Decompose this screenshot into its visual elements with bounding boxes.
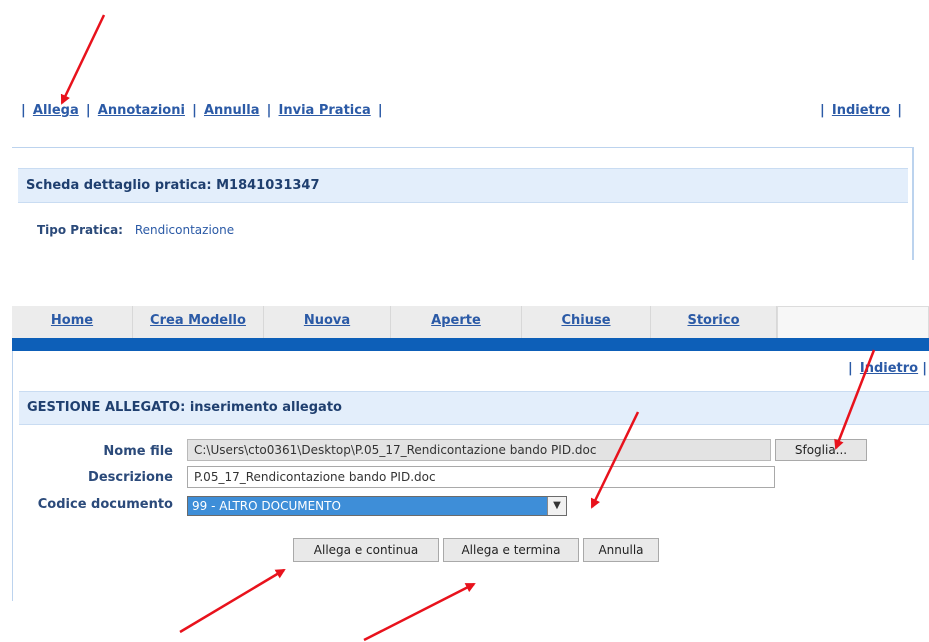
tab-home[interactable]: Home <box>12 306 133 338</box>
tab-crea-modello[interactable]: Crea Modello <box>133 306 264 338</box>
tipo-pratica-row: Tipo Pratica: Rendicontazione <box>37 223 234 237</box>
tab-spacer <box>777 306 929 339</box>
tab-label: Storico <box>687 313 740 328</box>
separator: | <box>922 361 927 376</box>
separator: | <box>21 103 26 118</box>
top-action-bar: | Allega | Annotazioni | Annulla | Invia… <box>18 103 386 118</box>
separator: | <box>819 103 825 118</box>
sfoglia-button[interactable]: Sfoglia... <box>775 439 867 461</box>
tab-nuova[interactable]: Nuova <box>264 306 391 338</box>
separator: | <box>377 103 383 118</box>
codice-documento-select[interactable]: 99 - ALTRO DOCUMENTO ▼ <box>187 496 567 516</box>
allega-e-continua-button[interactable]: Allega e continua <box>293 538 439 562</box>
top-back-bar: | Indietro | <box>817 103 905 118</box>
tab-label: Nuova <box>303 313 351 328</box>
nome-file-label: Nome file <box>103 444 173 459</box>
tab-label: Crea Modello <box>150 313 246 328</box>
invia-pratica-link[interactable]: Invia Pratica <box>279 103 371 118</box>
arrow-icon <box>60 14 106 105</box>
detail-header: Scheda dettaglio pratica: M1841031347 <box>18 168 908 203</box>
gestione-title: GESTIONE ALLEGATO: inserimento allegato <box>27 400 342 415</box>
separator: | <box>847 361 853 376</box>
tab-label: Aperte <box>431 313 481 328</box>
tab-storico[interactable]: Storico <box>651 306 777 338</box>
separator: | <box>266 103 272 118</box>
panel-indietro-link[interactable]: Indietro <box>860 361 918 376</box>
allega-e-termina-button[interactable]: Allega e termina <box>443 538 579 562</box>
allega-link[interactable]: Allega <box>33 103 79 118</box>
tab-label: Home <box>50 313 94 328</box>
codice-documento-value: 99 - ALTRO DOCUMENTO <box>192 499 341 513</box>
gestione-header: GESTIONE ALLEGATO: inserimento allegato <box>19 391 929 425</box>
tab-label: Chiuse <box>561 313 611 328</box>
nome-file-input[interactable]: C:\Users\cto0361\Desktop\P.05_17_Rendico… <box>187 439 771 461</box>
gestione-allegato-panel: | Indietro | GESTIONE ALLEGATO: inserime… <box>12 351 929 601</box>
nav-bar-stripe <box>12 338 929 351</box>
annotazioni-link[interactable]: Annotazioni <box>98 103 185 118</box>
detail-title: Scheda dettaglio pratica: M1841031347 <box>26 178 320 193</box>
separator: | <box>192 103 197 118</box>
tab-aperte[interactable]: Aperte <box>391 306 522 338</box>
nav-tabs: Home Crea Modello Nuova Aperte Chiuse St… <box>12 306 929 339</box>
descrizione-input[interactable]: P.05_17_Rendicontazione bando PID.doc <box>187 466 775 488</box>
tab-chiuse[interactable]: Chiuse <box>522 306 651 338</box>
codice-documento-label: Codice documento <box>37 497 173 512</box>
detail-panel: Scheda dettaglio pratica: M1841031347 Ti… <box>12 147 914 260</box>
separator: | <box>897 103 902 118</box>
annulla-button[interactable]: Annulla <box>583 538 659 562</box>
indietro-link[interactable]: Indietro <box>832 103 890 118</box>
descrizione-label: Descrizione <box>88 470 173 485</box>
panel-back-bar: | Indietro | <box>848 361 929 376</box>
separator: | <box>85 103 91 118</box>
tipo-pratica-value: Rendicontazione <box>134 223 235 237</box>
chevron-down-icon[interactable]: ▼ <box>547 497 566 515</box>
annulla-link[interactable]: Annulla <box>204 103 260 118</box>
tipo-pratica-label: Tipo Pratica: <box>37 223 123 237</box>
